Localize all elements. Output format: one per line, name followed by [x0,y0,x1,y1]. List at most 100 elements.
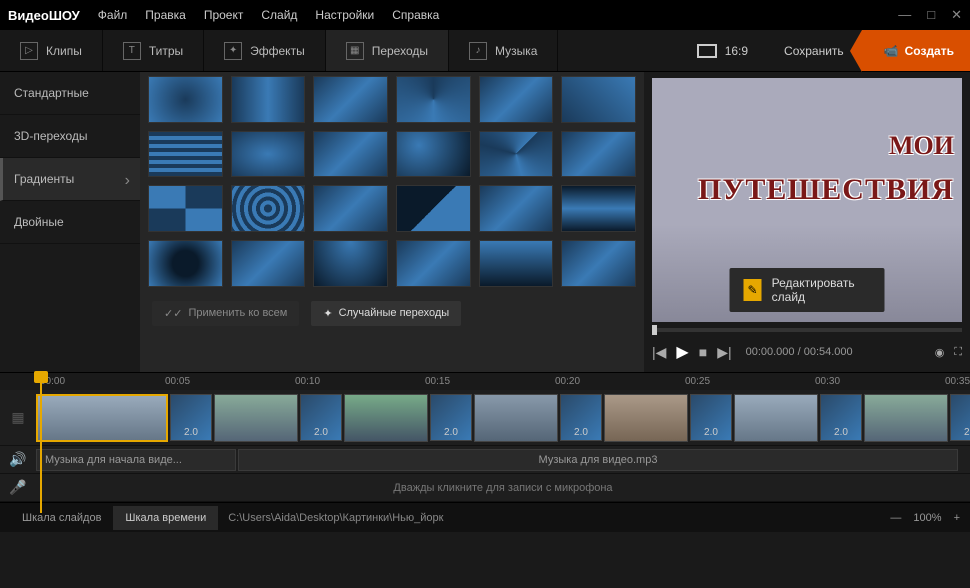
transition-clip[interactable]: 2.0 [950,394,970,441]
transition-thumb[interactable] [231,185,306,232]
audio-clip[interactable]: Музыка для начала виде... [36,449,236,471]
transition-thumb[interactable] [313,131,388,178]
apply-all-button[interactable]: ✓✓Применить ко всем [152,301,299,326]
menu-slide[interactable]: Слайд [261,8,297,22]
footer: Шкала слайдов Шкала времени C:\Users\Aid… [0,502,970,532]
sidebar-item-standard[interactable]: Стандартные [0,72,140,115]
transition-thumb[interactable] [148,76,223,123]
project-path: C:\Users\Aida\Desktop\Картинки\Нью_йорк [228,512,443,524]
wand-icon: ✦ [323,307,332,320]
snapshot-icon[interactable]: ◉ [935,346,945,359]
video-clip[interactable] [214,394,298,442]
sidebar-item-3d[interactable]: 3D-переходы [0,115,140,158]
menu-project[interactable]: Проект [204,8,244,22]
mic-icon: 🎤 [0,479,36,496]
aspect-ratio[interactable]: 16:9 [679,44,766,58]
footer-tab-slides[interactable]: Шкала слайдов [10,506,113,530]
next-button[interactable]: ▶| [717,344,731,361]
preview-scrubber[interactable] [652,328,962,332]
audio-clip[interactable]: Музыка для видео.mp3 [238,449,958,471]
play-icon: ▷ [20,42,38,60]
main-area: Стандартные 3D-переходы Градиенты Двойны… [0,72,970,372]
category-sidebar: Стандартные 3D-переходы Градиенты Двойны… [0,72,140,372]
time-display: 00:00.000 / 00:54.000 [746,346,853,358]
transition-thumb[interactable] [396,76,471,123]
playhead[interactable] [40,373,42,513]
transition-thumb[interactable] [561,185,636,232]
transition-thumb[interactable] [313,185,388,232]
edit-slide-button[interactable]: ✎ Редактировать слайд [730,268,885,312]
timeline-ruler[interactable]: 00:00 00:05 00:10 00:15 00:20 00:25 00:3… [0,372,970,390]
transition-thumb[interactable] [148,131,223,178]
timeline: 00:00 00:05 00:10 00:15 00:20 00:25 00:3… [0,372,970,502]
close-icon[interactable]: ✕ [951,7,962,23]
transition-thumb[interactable] [148,240,223,287]
transition-clip[interactable]: 2.0 [690,394,732,441]
stop-button[interactable]: ■ [699,344,707,360]
random-transitions-button[interactable]: ✦Случайные переходы [311,301,461,326]
video-track: ▦ 2.0 2.0 2.0 2.0 2.0 2.0 2.0 [0,390,970,446]
transition-thumb[interactable] [231,240,306,287]
minimize-icon[interactable]: — [898,7,911,23]
save-button[interactable]: Сохранить [766,30,862,71]
zoom-in-button[interactable]: + [954,512,960,524]
transition-thumb[interactable] [479,185,554,232]
transition-thumb[interactable] [148,185,223,232]
audio-track: 🔊 Музыка для начала виде... Музыка для в… [0,446,970,474]
transition-thumb[interactable] [396,240,471,287]
play-button[interactable]: ▶ [676,342,688,362]
ruler-mark: 00:05 [165,376,190,387]
video-clip[interactable] [344,394,428,442]
transition-thumb[interactable] [313,76,388,123]
tab-music[interactable]: ♪Музыка [449,30,558,71]
transition-thumb[interactable] [561,76,636,123]
prev-button[interactable]: |◀ [652,344,666,361]
transition-thumb[interactable] [479,131,554,178]
speaker-icon: 🔊 [0,451,36,468]
transition-clip[interactable]: 2.0 [170,394,212,441]
menu-edit[interactable]: Правка [145,8,186,22]
window-controls: — □ ✕ [898,7,962,23]
transition-clip[interactable]: 2.0 [430,394,472,441]
transition-thumb[interactable] [561,131,636,178]
tab-transitions[interactable]: ▦Переходы [326,30,449,71]
zoom-controls: — 100% + [890,512,960,524]
sidebar-item-gradients[interactable]: Градиенты [0,158,140,201]
video-clip[interactable] [734,394,818,442]
video-clip[interactable] [36,394,168,442]
video-clip[interactable] [474,394,558,442]
ruler-mark: 00:15 [425,376,450,387]
mic-hint[interactable]: Дважды кликните для записи с микрофона [36,482,970,494]
transition-clip[interactable]: 2.0 [560,394,602,441]
preview-viewport[interactable]: МОИ ПУТЕШЕСТВИЯ ✎ Редактировать слайд [652,78,962,322]
transition-thumb[interactable] [231,131,306,178]
preview-title-1: МОИ [889,133,954,159]
transition-thumb[interactable] [479,240,554,287]
transition-thumb[interactable] [396,131,471,178]
transition-clip[interactable]: 2.0 [300,394,342,441]
transition-clip[interactable]: 2.0 [820,394,862,441]
tab-effects[interactable]: ✦Эффекты [204,30,326,71]
transition-thumb[interactable] [231,76,306,123]
ruler-mark: 00:20 [555,376,580,387]
ruler-mark: 00:25 [685,376,710,387]
transition-thumb[interactable] [313,240,388,287]
menu-help[interactable]: Справка [392,8,439,22]
footer-tab-timeline[interactable]: Шкала времени [113,506,218,530]
tab-clips[interactable]: ▷Клипы [0,30,103,71]
tab-titles[interactable]: TТитры [103,30,204,71]
transition-thumb[interactable] [561,240,636,287]
video-clip[interactable] [864,394,948,442]
fullscreen-icon[interactable]: ⛶ [954,346,962,359]
maximize-icon[interactable]: □ [927,7,935,23]
mic-track: 🎤 Дважды кликните для записи с микрофона [0,474,970,502]
zoom-out-button[interactable]: — [890,512,901,524]
menu-settings[interactable]: Настройки [315,8,374,22]
create-button[interactable]: 📹Создать [862,30,970,71]
toolbar: ▷Клипы TТитры ✦Эффекты ▦Переходы ♪Музыка… [0,30,970,72]
menu-file[interactable]: Файл [98,8,128,22]
transition-thumb[interactable] [396,185,471,232]
video-clip[interactable] [604,394,688,442]
transition-thumb[interactable] [479,76,554,123]
sidebar-item-double[interactable]: Двойные [0,201,140,244]
